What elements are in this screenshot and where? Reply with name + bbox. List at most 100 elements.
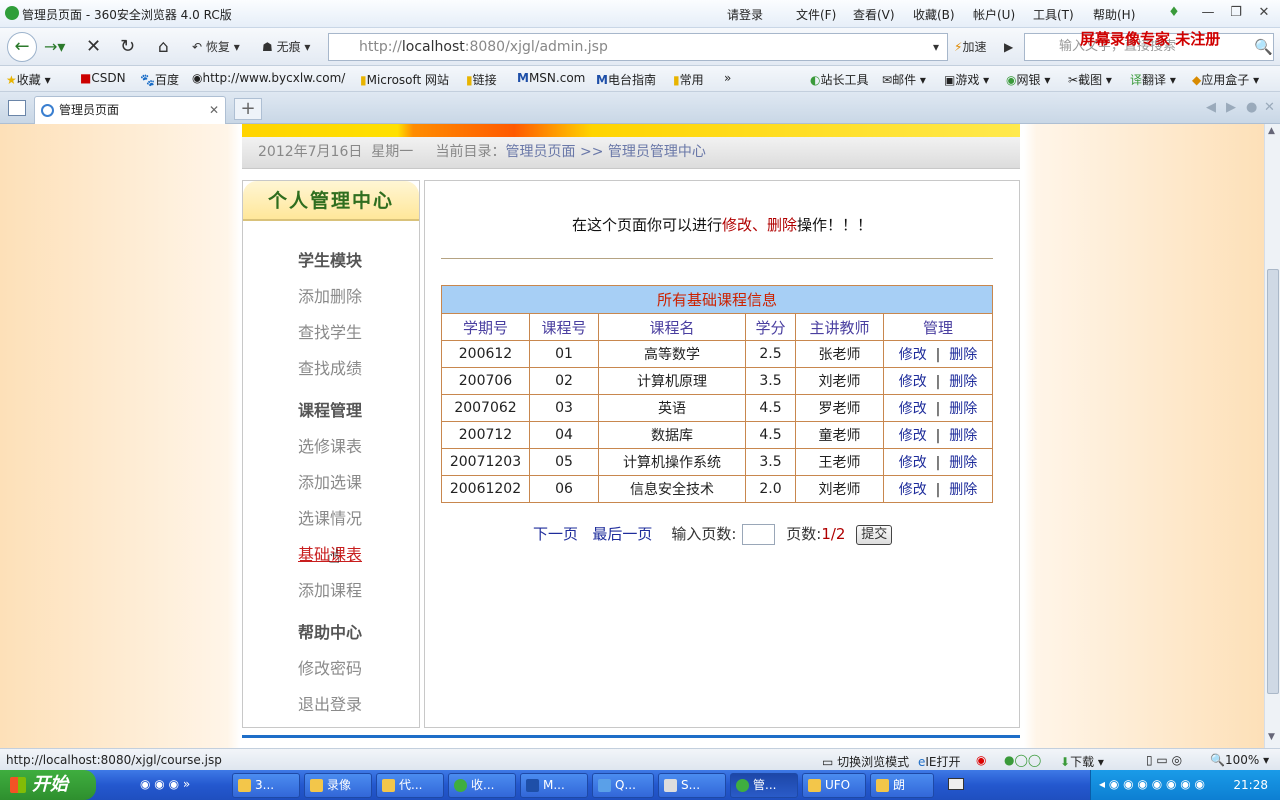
keyboard-icon[interactable] <box>948 778 964 790</box>
taskbar-item-active[interactable]: 管... <box>730 773 798 798</box>
download-button[interactable]: ⬇下载 ▾ <box>1060 753 1104 770</box>
switch-mode-button[interactable]: ▭ 切换浏览模式 <box>822 753 909 770</box>
address-dropdown-button[interactable]: ▾ <box>929 35 943 59</box>
login-menu[interactable]: 请登录 <box>727 6 763 23</box>
toggle-icon[interactable]: ●◯◯ <box>1004 753 1041 767</box>
taskbar-item[interactable]: 收... <box>448 773 516 798</box>
home-button[interactable]: ⌂ <box>154 35 173 59</box>
menu-view[interactable]: 查看(V) <box>853 6 895 23</box>
delete-link[interactable]: 删除 <box>949 455 977 471</box>
fav-more-button[interactable]: » <box>724 71 731 85</box>
last-page-link[interactable]: 最后一页 <box>592 525 652 543</box>
translate-button[interactable]: 译翻译 ▾ <box>1130 71 1176 88</box>
scroll-down-icon[interactable]: ▼ <box>1268 732 1275 742</box>
go-button[interactable]: ▶ <box>1000 35 1017 59</box>
search-icon[interactable]: 🔍 <box>1250 35 1277 59</box>
menu-favorites[interactable]: 收藏(B) <box>913 6 955 23</box>
taskbar-item[interactable]: 朗 <box>870 773 934 798</box>
security-icon[interactable]: ◉ <box>976 753 986 767</box>
sidebar-item-find-student[interactable]: 查找学生 <box>298 319 362 343</box>
fav-csdn[interactable]: ■CSDN <box>80 71 126 85</box>
menu-help[interactable]: 帮助(H) <box>1093 6 1135 23</box>
mail-button[interactable]: ✉邮件 ▾ <box>882 71 926 88</box>
webmaster-tools[interactable]: ◐站长工具 <box>810 71 869 88</box>
edit-link[interactable]: 修改 <box>899 347 927 363</box>
delete-link[interactable]: 删除 <box>949 374 977 390</box>
taskbar-item[interactable]: 3... <box>232 773 300 798</box>
forward-button[interactable]: →▾ <box>40 35 69 59</box>
vertical-scrollbar[interactable]: ▲ ▼ <box>1264 124 1280 748</box>
menu-file[interactable]: 文件(F) <box>796 6 836 23</box>
menu-account[interactable]: 帐户(U) <box>973 6 1015 23</box>
ebank-button[interactable]: ◉网银 ▾ <box>1006 71 1050 88</box>
delete-link[interactable]: 删除 <box>949 347 977 363</box>
stop-button[interactable]: ✕ <box>82 35 105 59</box>
zoom-control[interactable]: 🔍100% ▾ <box>1210 753 1269 767</box>
sidebar-item-logout[interactable]: 退出登录 <box>298 691 362 715</box>
menu-tools[interactable]: 工具(T) <box>1033 6 1074 23</box>
address-bar[interactable]: http://localhost:8080/xjgl/admin.jsp <box>328 33 948 61</box>
fav-common[interactable]: ▮常用 <box>673 71 704 88</box>
taskbar-item[interactable]: 代... <box>376 773 444 798</box>
sidebar-item-elective-table[interactable]: 选修课表 <box>298 433 362 457</box>
scrollbar-thumb[interactable] <box>1267 269 1279 694</box>
restore-button[interactable]: ↶ 恢复 ▾ <box>188 35 244 59</box>
minimize-button[interactable]: — <box>1200 5 1216 21</box>
ie-open-button[interactable]: eIE打开 <box>918 753 961 770</box>
screenshot-button[interactable]: ✂截图 ▾ <box>1068 71 1112 88</box>
scroll-up-icon[interactable]: ▲ <box>1268 126 1275 136</box>
sidebar-item-find-grade[interactable]: 查找成绩 <box>298 355 362 379</box>
incognito-button[interactable]: ☗ 无痕 ▾ <box>258 35 314 59</box>
edit-link[interactable]: 修改 <box>899 401 927 417</box>
breadcrumb-admin-center[interactable]: 管理员管理中心 <box>608 144 706 160</box>
delete-link[interactable]: 删除 <box>949 401 977 417</box>
sidebar-item-elective-status[interactable]: 选课情况 <box>298 505 362 529</box>
fav-msn[interactable]: MMSN.com <box>517 71 585 85</box>
app-box-button[interactable]: ◆应用盒子 ▾ <box>1192 71 1259 88</box>
fav-baidu[interactable]: 🐾百度 <box>140 71 179 88</box>
refresh-button[interactable]: ↻ <box>116 35 139 59</box>
taskbar-item[interactable]: Q... <box>592 773 654 798</box>
quicklaunch-icons[interactable]: ◉ ◉ ◉ » <box>140 777 190 791</box>
submit-button[interactable]: 提交 <box>856 524 893 545</box>
tab-scroll-right-icon[interactable]: ▶ <box>1226 100 1236 115</box>
taskbar-item[interactable]: 录像 <box>304 773 372 798</box>
tab-list-icon[interactable]: ● <box>1246 100 1257 115</box>
games-button[interactable]: ▣游戏 ▾ <box>944 71 989 88</box>
tray-icons[interactable]: ◂ ◉ ◉ ◉ ◉ ◉ ◉ ◉ <box>1099 777 1205 791</box>
taskbar-item[interactable]: M... <box>520 773 588 798</box>
delete-link[interactable]: 删除 <box>949 428 977 444</box>
fav-microsoft[interactable]: ▮Microsoft 网站 <box>360 71 449 88</box>
favorites-menu[interactable]: ★收藏 ▾ <box>6 71 51 88</box>
close-tab-button[interactable]: ✕ <box>209 97 219 123</box>
edit-link[interactable]: 修改 <box>899 374 927 390</box>
start-button[interactable]: 开始 <box>0 770 96 800</box>
status-tools-icon[interactable]: ▯ ▭ ◎ <box>1146 753 1182 767</box>
edit-link[interactable]: 修改 <box>899 482 927 498</box>
next-page-link[interactable]: 下一页 <box>533 525 578 543</box>
close-all-tabs-icon[interactable]: ✕ <box>1264 100 1275 115</box>
sidebar-item-add-course[interactable]: 添加课程 <box>298 577 362 601</box>
sidebar-item-add-elective[interactable]: 添加选课 <box>298 469 362 493</box>
skin-icon[interactable]: ♦ <box>1166 5 1182 21</box>
breadcrumb-admin-page[interactable]: 管理员页面 <box>506 144 576 160</box>
new-tab-button[interactable]: + <box>234 98 262 120</box>
fav-links[interactable]: ▮链接 <box>466 71 497 88</box>
taskbar-item[interactable]: UFO <box>802 773 866 798</box>
page-number-input[interactable] <box>742 524 776 545</box>
tab-admin-page[interactable]: 管理员页面 ✕ <box>34 96 226 124</box>
close-window-button[interactable]: ✕ <box>1256 5 1272 21</box>
maximize-button[interactable]: ❐ <box>1228 5 1244 21</box>
edit-link[interactable]: 修改 <box>899 455 927 471</box>
taskbar-item[interactable]: S... <box>658 773 726 798</box>
delete-link[interactable]: 删除 <box>949 482 977 498</box>
tab-scroll-left-icon[interactable]: ◀ <box>1206 100 1216 115</box>
sidebar-toggle-icon[interactable] <box>8 100 26 116</box>
accelerate-button[interactable]: ⚡加速 <box>950 35 990 59</box>
edit-link[interactable]: 修改 <box>899 428 927 444</box>
back-button[interactable]: ← <box>7 32 37 62</box>
fav-bycxlw[interactable]: ◉http://www.bycxlw.com/ <box>192 71 345 85</box>
sidebar-item-change-password[interactable]: 修改密码 <box>298 655 362 679</box>
sidebar-item-add-delete[interactable]: 添加删除 <box>298 283 362 307</box>
fav-radio[interactable]: M电台指南 <box>596 71 656 88</box>
